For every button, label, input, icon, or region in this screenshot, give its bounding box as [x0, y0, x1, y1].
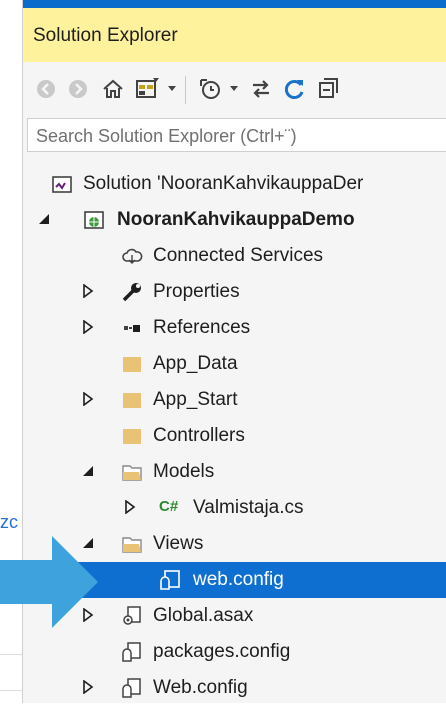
folder-icon: [121, 389, 143, 411]
tree-item-label: Connected Services: [153, 245, 324, 266]
tree-item-project[interactable]: NooranKahvikauppaDemo: [23, 202, 446, 238]
tree-item-label: NooranKahvikauppaDemo: [117, 209, 355, 230]
tree-item-label: App_Data: [153, 353, 238, 374]
tree-item-label: Properties: [153, 281, 240, 302]
refresh-icon[interactable]: [281, 74, 309, 104]
expanded-arrow-icon[interactable]: [81, 464, 95, 478]
dropdown-icon[interactable]: [227, 74, 241, 104]
editor-divider: [0, 654, 22, 655]
tree-item-models[interactable]: Models: [23, 454, 446, 490]
tree-item-label: Web.config: [153, 677, 248, 698]
collapsed-arrow-icon[interactable]: [81, 283, 95, 299]
tree-item-label: App_Start: [153, 389, 238, 410]
pending-changes-icon[interactable]: [195, 74, 225, 104]
dropdown-icon[interactable]: [165, 74, 179, 104]
tree-item-label: packages.config: [153, 641, 291, 662]
search-input[interactable]: Search Solution Explorer (Ctrl+¨): [27, 118, 446, 152]
tree-item-label: Solution 'NooranKahvikauppaDer: [83, 173, 364, 194]
tree-item-label: Views: [153, 533, 204, 554]
switch-views-icon[interactable]: [133, 74, 163, 104]
tree-item-label: Valmistaja.cs: [193, 497, 304, 518]
tree-item-label: Models: [153, 461, 215, 482]
window-top-accent: [23, 0, 446, 8]
open-folder-icon: [121, 461, 143, 483]
folder-icon: [121, 353, 143, 375]
open-folder-icon: [121, 533, 143, 555]
folder-icon: [121, 425, 143, 447]
tree-item-root-web-config[interactable]: Web.config: [23, 670, 446, 706]
expanded-arrow-icon[interactable]: [37, 212, 51, 226]
web-project-icon: [83, 209, 105, 231]
collapsed-arrow-icon[interactable]: [123, 499, 137, 515]
config-file-icon: [121, 641, 143, 663]
tree-item-label: References: [153, 317, 251, 338]
editor-text-fragment: zc: [0, 512, 18, 532]
tree-item-references[interactable]: References: [23, 310, 446, 346]
collapsed-arrow-icon[interactable]: [81, 391, 95, 407]
search-placeholder: Search Solution Explorer (Ctrl+¨): [36, 126, 297, 146]
panel-titlebar[interactable]: Solution Explorer: [23, 8, 446, 63]
editor-divider: [0, 690, 22, 691]
tree-item-connected-services[interactable]: Connected Services: [23, 238, 446, 274]
cloud-icon: [121, 245, 143, 267]
sync-icon[interactable]: [247, 74, 275, 104]
references-icon: [121, 317, 143, 339]
config-file-icon: [159, 569, 181, 591]
back-icon[interactable]: [33, 74, 59, 104]
tree-item-label: Controllers: [153, 425, 245, 446]
tree-item-app-start[interactable]: App_Start: [23, 382, 446, 418]
tree-item-label: Global.asax: [153, 605, 254, 626]
pointer-arrow-icon: [0, 536, 98, 628]
tree-item-packages-config[interactable]: packages.config: [23, 634, 446, 670]
forward-icon[interactable]: [65, 74, 91, 104]
collapsed-arrow-icon[interactable]: [81, 319, 95, 335]
panel-title: Solution Explorer: [33, 25, 178, 46]
asax-file-icon: [121, 605, 143, 627]
tree-item-valmistaja-cs[interactable]: C# Valmistaja.cs: [23, 490, 446, 526]
tree-item-controllers[interactable]: Controllers: [23, 418, 446, 454]
tree-item-label: web.config: [193, 569, 284, 590]
tree-item-solution[interactable]: Solution 'NooranKahvikauppaDer: [23, 166, 446, 202]
collapsed-arrow-icon[interactable]: [81, 679, 95, 695]
collapse-all-icon[interactable]: [315, 74, 343, 104]
solution-icon: [51, 173, 73, 195]
toolbar-separator: [185, 76, 186, 104]
tree-item-properties[interactable]: Properties: [23, 274, 446, 310]
home-icon[interactable]: [99, 74, 127, 104]
tree-item-app-data[interactable]: App_Data: [23, 346, 446, 382]
csharp-file-icon: C#: [159, 498, 179, 515]
toolbar: [23, 62, 446, 118]
wrench-icon: [121, 281, 143, 303]
config-file-icon: [121, 677, 143, 699]
